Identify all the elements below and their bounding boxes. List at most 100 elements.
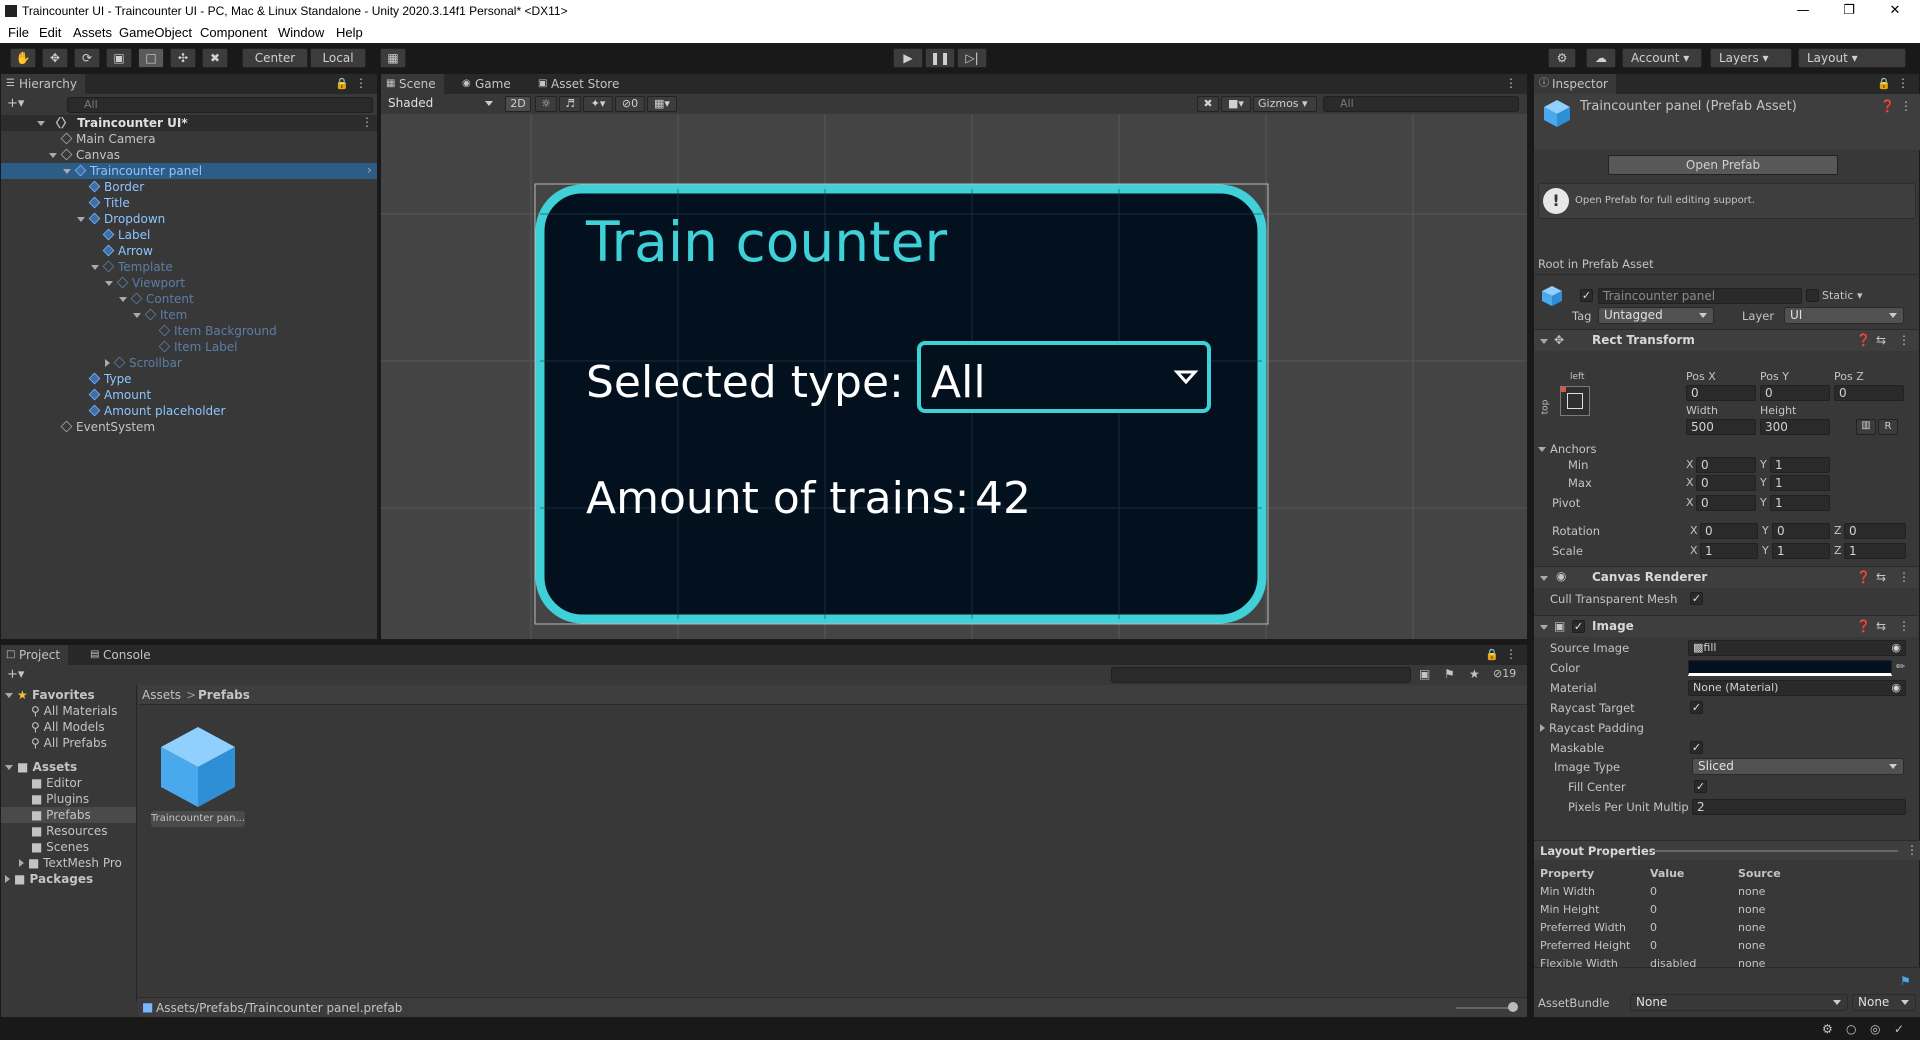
blueprint-mode-icon[interactable]: ▥ [1856, 419, 1876, 435]
scene-search-input[interactable]: All [1323, 96, 1519, 112]
hierarchy-search-input[interactable]: All [67, 97, 373, 113]
collab-icon[interactable]: ⚙ [1548, 48, 1576, 68]
hierarchy-item[interactable]: Template [91, 259, 173, 275]
effects-icon[interactable]: ✦▾ [583, 96, 613, 112]
breadcrumb-prefabs[interactable]: Prefabs [198, 688, 250, 702]
hierarchy-item[interactable]: Item Label [158, 339, 238, 355]
chevron-right-icon[interactable]: › [367, 163, 372, 177]
canvas-renderer-header[interactable]: ◉ Canvas Renderer ❓ ⇆ ⋮ [1534, 566, 1918, 588]
assetbundle-variant-dropdown[interactable]: None [1852, 994, 1916, 1011]
fill-center-checkbox[interactable]: ✓ [1694, 780, 1707, 793]
pause-button[interactable]: ❚❚ [925, 48, 955, 68]
hidden-packages-toggle[interactable]: ⊘19 [1493, 667, 1516, 680]
hierarchy-item[interactable]: Item Background [158, 323, 277, 339]
anchor-max-y-field[interactable]: 1 [1770, 475, 1830, 491]
tab-scene[interactable]: ▦ Scene [381, 74, 444, 94]
folder-item[interactable]: ■ Editor [31, 775, 82, 791]
scale-y-field[interactable]: 1 [1772, 543, 1830, 559]
hierarchy-item[interactable]: Canvas [49, 147, 120, 163]
hierarchy-item[interactable]: Item [133, 307, 187, 323]
breadcrumb-assets[interactable]: Assets [142, 688, 181, 702]
hierarchy-item[interactable]: Scrollbar [105, 355, 182, 371]
static-dropdown[interactable]: Static ▾ [1822, 289, 1862, 302]
cull-transparent-checkbox[interactable]: ✓ [1690, 592, 1703, 605]
grid-snap-icon[interactable]: ▦ [380, 48, 406, 68]
hierarchy-item[interactable]: 〈〉 Traincounter UI* [37, 115, 188, 131]
kebab-menu-icon[interactable]: ⋮ [1900, 99, 1912, 113]
hierarchy-item[interactable]: EventSystem [60, 419, 155, 435]
minimize-icon[interactable]: — [1780, 0, 1826, 22]
menu-window[interactable]: Window [278, 25, 324, 40]
rotation-y-field[interactable]: 0 [1772, 523, 1830, 539]
asset-tile[interactable]: Traincounter pan... [151, 719, 245, 829]
favorite-item[interactable]: ⚲ All Materials [31, 703, 117, 719]
layer-dropdown[interactable]: UI [1784, 307, 1904, 324]
object-picker-icon[interactable]: ◉ [1891, 641, 1901, 655]
kebab-menu-icon[interactable]: ⋮ [1897, 76, 1909, 90]
height-field[interactable]: 300 [1760, 419, 1830, 435]
preset-icon[interactable]: ⇆ [1876, 333, 1886, 347]
image-header[interactable]: ▣ ✓ Image ❓ ⇆ ⋮ [1534, 615, 1918, 637]
menu-component[interactable]: Component [200, 25, 267, 40]
material-field[interactable]: None (Material) ◉ [1688, 680, 1906, 696]
tab-hierarchy[interactable]: ☰ Hierarchy [1, 74, 86, 94]
anchor-max-x-field[interactable]: 0 [1696, 475, 1756, 491]
lock-icon[interactable]: 🔒 [1877, 77, 1891, 90]
rotation-x-field[interactable]: 0 [1700, 523, 1758, 539]
pivot-center-button[interactable]: Center [242, 48, 308, 68]
maximize-icon[interactable]: ❐ [1826, 0, 1872, 22]
favorite-star-icon[interactable]: ★ [1469, 667, 1480, 681]
ppu-field[interactable]: 2 [1692, 799, 1906, 815]
tab-project[interactable]: □ Project [1, 645, 69, 665]
label-tag-icon[interactable]: ⚑ [1900, 974, 1911, 988]
posy-field[interactable]: 0 [1760, 385, 1830, 401]
static-checkbox[interactable] [1806, 289, 1819, 302]
assets-folder[interactable]: ■ Assets [5, 759, 77, 775]
maskable-checkbox[interactable]: ✓ [1690, 741, 1703, 754]
raw-edit-button[interactable]: R [1878, 419, 1898, 435]
folder-item[interactable]: ■ Resources [31, 823, 107, 839]
layout-dropdown[interactable]: Layout ▾ [1798, 48, 1906, 68]
hierarchy-item[interactable]: Viewport [105, 275, 185, 291]
hierarchy-item[interactable]: Traincounter panel [63, 163, 202, 179]
folder-item[interactable]: ■ Prefabs [31, 807, 91, 823]
lock-icon[interactable]: 🔒 [335, 77, 349, 90]
close-icon[interactable]: ✕ [1872, 0, 1918, 22]
posx-field[interactable]: 0 [1686, 385, 1756, 401]
layers-dropdown[interactable]: Layers ▾ [1710, 48, 1792, 68]
menu-edit[interactable]: Edit [39, 25, 61, 40]
help-icon[interactable]: ❓ [1856, 333, 1871, 347]
hierarchy-item[interactable]: Title [88, 195, 130, 211]
preset-icon[interactable]: ⇆ [1876, 570, 1886, 584]
2d-toggle[interactable]: 2D [505, 96, 531, 112]
source-image-field[interactable]: ▩fill ◉ [1688, 640, 1906, 656]
posz-field[interactable]: 0 [1834, 385, 1904, 401]
anchor-min-y-field[interactable]: 1 [1770, 457, 1830, 473]
eyedropper-icon[interactable]: ✏ [1896, 660, 1905, 673]
favorites-header[interactable]: ★ Favorites [5, 687, 95, 703]
scale-tool-icon[interactable]: ▣ [106, 48, 132, 68]
menu-assets[interactable]: Assets [73, 25, 112, 40]
filter-type-icon[interactable]: ▣ [1419, 667, 1430, 681]
layout-properties-header[interactable]: Layout Properties ⋮ [1534, 840, 1920, 860]
kebab-menu-icon[interactable]: ⋮ [355, 76, 367, 90]
tab-asset-store[interactable]: ▣ Asset Store [533, 74, 627, 94]
hierarchy-item[interactable]: Amount placeholder [88, 403, 225, 419]
tag-dropdown[interactable]: Untagged [1598, 307, 1714, 324]
move-tool-icon[interactable]: ✥ [42, 48, 68, 68]
folder-item[interactable]: ■ Plugins [31, 791, 89, 807]
kebab-menu-icon[interactable]: ⋮ [1898, 570, 1910, 584]
add-object-button[interactable]: +▾ [7, 96, 24, 111]
hierarchy-item[interactable]: Type [88, 371, 132, 387]
icon-size-slider-thumb[interactable] [1508, 1002, 1518, 1012]
image-type-dropdown[interactable]: Sliced [1692, 758, 1904, 775]
pivot-x-field[interactable]: 0 [1696, 495, 1756, 511]
hierarchy-item[interactable]: Arrow [102, 243, 153, 259]
shading-mode-dropdown[interactable]: Shaded [383, 96, 499, 113]
favorite-item[interactable]: ⚲ All Models [31, 719, 105, 735]
open-prefab-button[interactable]: Open Prefab [1608, 155, 1838, 175]
scene-menu-icon[interactable]: ⋮ [361, 115, 373, 129]
account-dropdown[interactable]: Account ▾ [1622, 48, 1702, 68]
hierarchy-item[interactable]: Amount [88, 387, 151, 403]
custom-tool-icon[interactable]: ✖ [202, 48, 228, 68]
